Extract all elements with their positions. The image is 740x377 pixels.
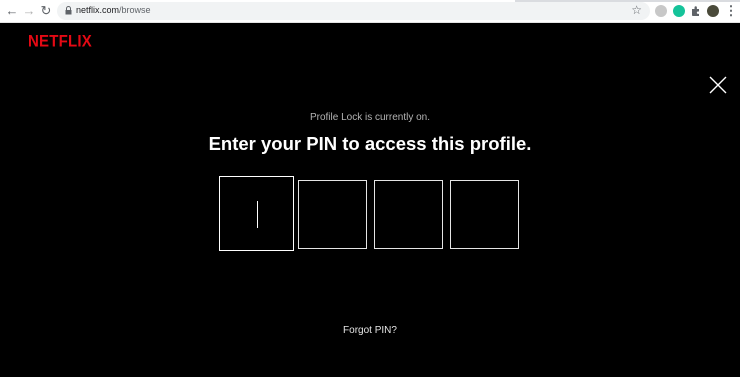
forward-icon[interactable]: → [22, 4, 36, 18]
close-icon[interactable] [709, 76, 727, 94]
profile-avatar[interactable] [707, 5, 719, 17]
browser-toolbar: ← → ↻ netflix.com/browse ☆ ⋮ [0, 0, 740, 23]
lock-icon[interactable] [65, 6, 72, 15]
profile-lock-status: Profile Lock is currently on. [309, 112, 431, 123]
star-icon[interactable]: ☆ [631, 3, 642, 17]
pin-input-3[interactable] [374, 180, 443, 249]
url-text: netflix.com/browse [76, 5, 151, 15]
pin-prompt-title: Enter your PIN to access this profile. [208, 133, 532, 154]
pin-input-2[interactable] [298, 180, 367, 249]
extension-icon[interactable] [655, 5, 667, 17]
url-host: netflix.com [76, 5, 120, 15]
url-path: /browse [119, 5, 151, 15]
grammarly-icon[interactable] [673, 5, 685, 17]
menu-icon[interactable]: ⋮ [724, 4, 738, 18]
address-bar[interactable]: netflix.com/browse ☆ [57, 2, 650, 20]
text-caret [257, 201, 258, 228]
back-icon[interactable]: ← [5, 4, 19, 18]
pin-input-4[interactable] [450, 180, 519, 249]
netflix-logo[interactable]: NETFLIX [28, 32, 92, 50]
pin-input-1[interactable] [219, 176, 294, 251]
profile-lock-page: NETFLIX Profile Lock is currently on. En… [0, 23, 740, 377]
reload-icon[interactable]: ↻ [39, 4, 53, 18]
forgot-pin-link[interactable]: Forgot PIN? [0, 325, 740, 336]
puzzle-icon[interactable] [690, 5, 702, 17]
